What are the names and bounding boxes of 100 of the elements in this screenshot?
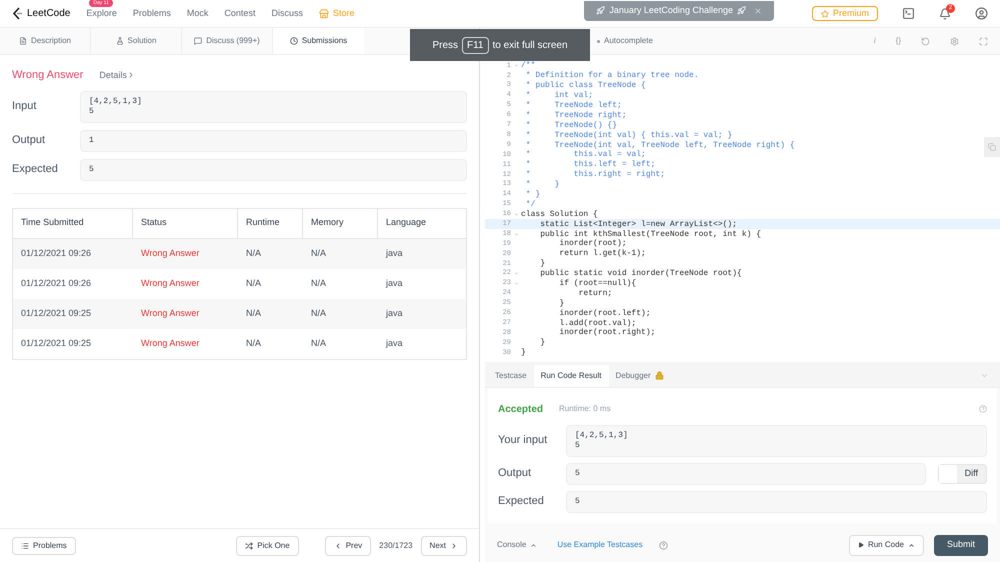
- playground-icon[interactable]: [902, 7, 915, 20]
- store-icon: [318, 8, 329, 18]
- code-line: * }: [524, 190, 540, 200]
- submit-button[interactable]: Submit: [934, 534, 988, 556]
- nav-link[interactable]: Mock: [186, 6, 208, 20]
- help-icon[interactable]: [979, 405, 987, 414]
- code-line: * TreeNode right;: [524, 110, 627, 120]
- code-line: * TreeNode left;: [524, 101, 622, 110]
- code-line: * public class TreeNode {: [524, 81, 646, 90]
- console-tab[interactable]: Testcase: [488, 364, 534, 387]
- code-line: public int kthSmallest(TreeNode root, int k) {: [539, 230, 762, 239]
- code-line: * Definition for a binary tree node.: [524, 71, 699, 80]
- column-header: Status: [133, 208, 238, 238]
- details-link[interactable]: Details: [99, 68, 135, 82]
- pick-one-button[interactable]: Pick One: [236, 536, 299, 556]
- code-line: inorder(root.left);: [558, 308, 651, 318]
- nav-link[interactable]: Explore: [86, 6, 117, 20]
- code-line: * this.left = left;: [524, 160, 656, 170]
- fullscreen-icon[interactable]: [979, 36, 988, 46]
- fold-icon[interactable]: [514, 232, 518, 237]
- settings-icon[interactable]: [950, 36, 959, 46]
- lock-icon: [654, 371, 664, 380]
- console-toggle[interactable]: Console: [497, 539, 538, 551]
- info-button[interactable]: i: [874, 35, 876, 47]
- copy-button[interactable]: [984, 137, 1000, 157]
- diff-toggle[interactable]: Diff: [938, 464, 987, 484]
- help-icon[interactable]: [658, 540, 668, 550]
- table-cell-text: 01/12/2021 09:25: [20, 336, 92, 350]
- shuffle-icon: [245, 542, 254, 550]
- challenge-banner[interactable]: January LeetCoding Challenge: [584, 0, 774, 20]
- document-icon: [18, 37, 27, 45]
- status-link[interactable]: Wrong Answer: [133, 246, 208, 260]
- rocket-icon: [596, 6, 606, 15]
- table-cell-text: N/A: [310, 246, 328, 260]
- panel-tab[interactable]: Solution: [91, 28, 182, 54]
- panel-tab[interactable]: Description: [0, 28, 91, 54]
- fold-icon[interactable]: [514, 63, 518, 68]
- flask-icon: [116, 37, 124, 45]
- nav-link[interactable]: Contest: [224, 6, 256, 20]
- logo-icon: [12, 7, 23, 20]
- table-cell-text: N/A: [245, 276, 262, 290]
- notification-icon[interactable]: [939, 8, 951, 20]
- status-link[interactable]: Wrong Answer: [133, 306, 208, 320]
- accepted-status: Accepted: [498, 402, 544, 417]
- nav-link[interactable]: Discuss: [271, 6, 303, 20]
- field-label: Your input: [498, 433, 548, 448]
- autocomplete-toggle[interactable]: Autocomplete: [604, 35, 653, 47]
- code-line: l.add(root.val);: [558, 318, 636, 328]
- column-header: Runtime: [238, 208, 303, 238]
- clock-icon: [290, 37, 298, 45]
- code-line: return l.get(k-1);: [558, 249, 646, 258]
- format-button[interactable]: {}: [896, 35, 901, 47]
- code-line: static List<Integer> l=new ArrayList<>();: [539, 220, 738, 229]
- panel-tab[interactable]: Submissions: [273, 28, 364, 54]
- problems-button[interactable]: Problems: [12, 536, 76, 554]
- table-cell-text: java: [384, 306, 404, 320]
- console-tab[interactable]: Run Code Result: [534, 364, 608, 387]
- runtime-text: Runtime: 0 ms: [559, 403, 611, 416]
- status-link[interactable]: Wrong Answer: [133, 336, 208, 350]
- chat-icon: [194, 37, 202, 45]
- field-label: Input: [12, 99, 38, 114]
- console-tab[interactable]: Debugger: [608, 364, 671, 387]
- table-cell-text: 01/12/2021 09:26: [20, 276, 92, 290]
- field-label: Output: [498, 466, 532, 482]
- code-line: * }: [524, 180, 560, 190]
- avatar-icon[interactable]: [975, 7, 988, 20]
- result-line: 5: [575, 468, 580, 479]
- star-icon: [820, 10, 829, 18]
- copy-icon: [988, 143, 996, 151]
- reset-icon[interactable]: [921, 36, 930, 46]
- status-link[interactable]: Wrong Answer: [133, 276, 208, 290]
- problem-counter: 230/1723: [379, 540, 413, 552]
- result-line: 5: [89, 164, 94, 174]
- code-line: * this.right = right;: [524, 170, 666, 180]
- logo-text[interactable]: LeetCode: [27, 6, 70, 21]
- prev-button[interactable]: Prev: [324, 536, 372, 556]
- table-cell-text: N/A: [310, 306, 328, 320]
- nav-link[interactable]: Problems: [132, 6, 171, 20]
- table-cell-text: N/A: [310, 336, 328, 350]
- table-cell-text: N/A: [245, 336, 262, 350]
- code-line: * TreeNode(int val) { this.val = val; }: [524, 130, 732, 140]
- table-cell-text: java: [384, 276, 404, 290]
- field-label: Expected: [12, 162, 59, 178]
- table-cell-text: java: [384, 336, 404, 350]
- code-line: public static void inorder(TreeNode root){: [539, 269, 742, 278]
- fold-icon[interactable]: [514, 212, 518, 217]
- hint-text: Press: [432, 38, 458, 52]
- column-header: Time Submitted: [13, 208, 133, 238]
- example-testcases-link[interactable]: Use Example Testcases: [557, 539, 643, 551]
- column-header: Memory: [303, 208, 378, 238]
- field-label: Expected: [498, 494, 545, 510]
- rocket-icon: [736, 6, 746, 15]
- result-line: [4,2,5,1,3]: [575, 430, 628, 441]
- column-header: Language: [385, 216, 428, 230]
- caret-icon: [908, 542, 915, 548]
- key-label: F11: [462, 36, 488, 54]
- run-code-button[interactable]: Run Code: [848, 534, 924, 556]
- caret-icon: [530, 542, 538, 548]
- next-button[interactable]: Next: [420, 536, 467, 556]
- close-icon[interactable]: [754, 6, 762, 14]
